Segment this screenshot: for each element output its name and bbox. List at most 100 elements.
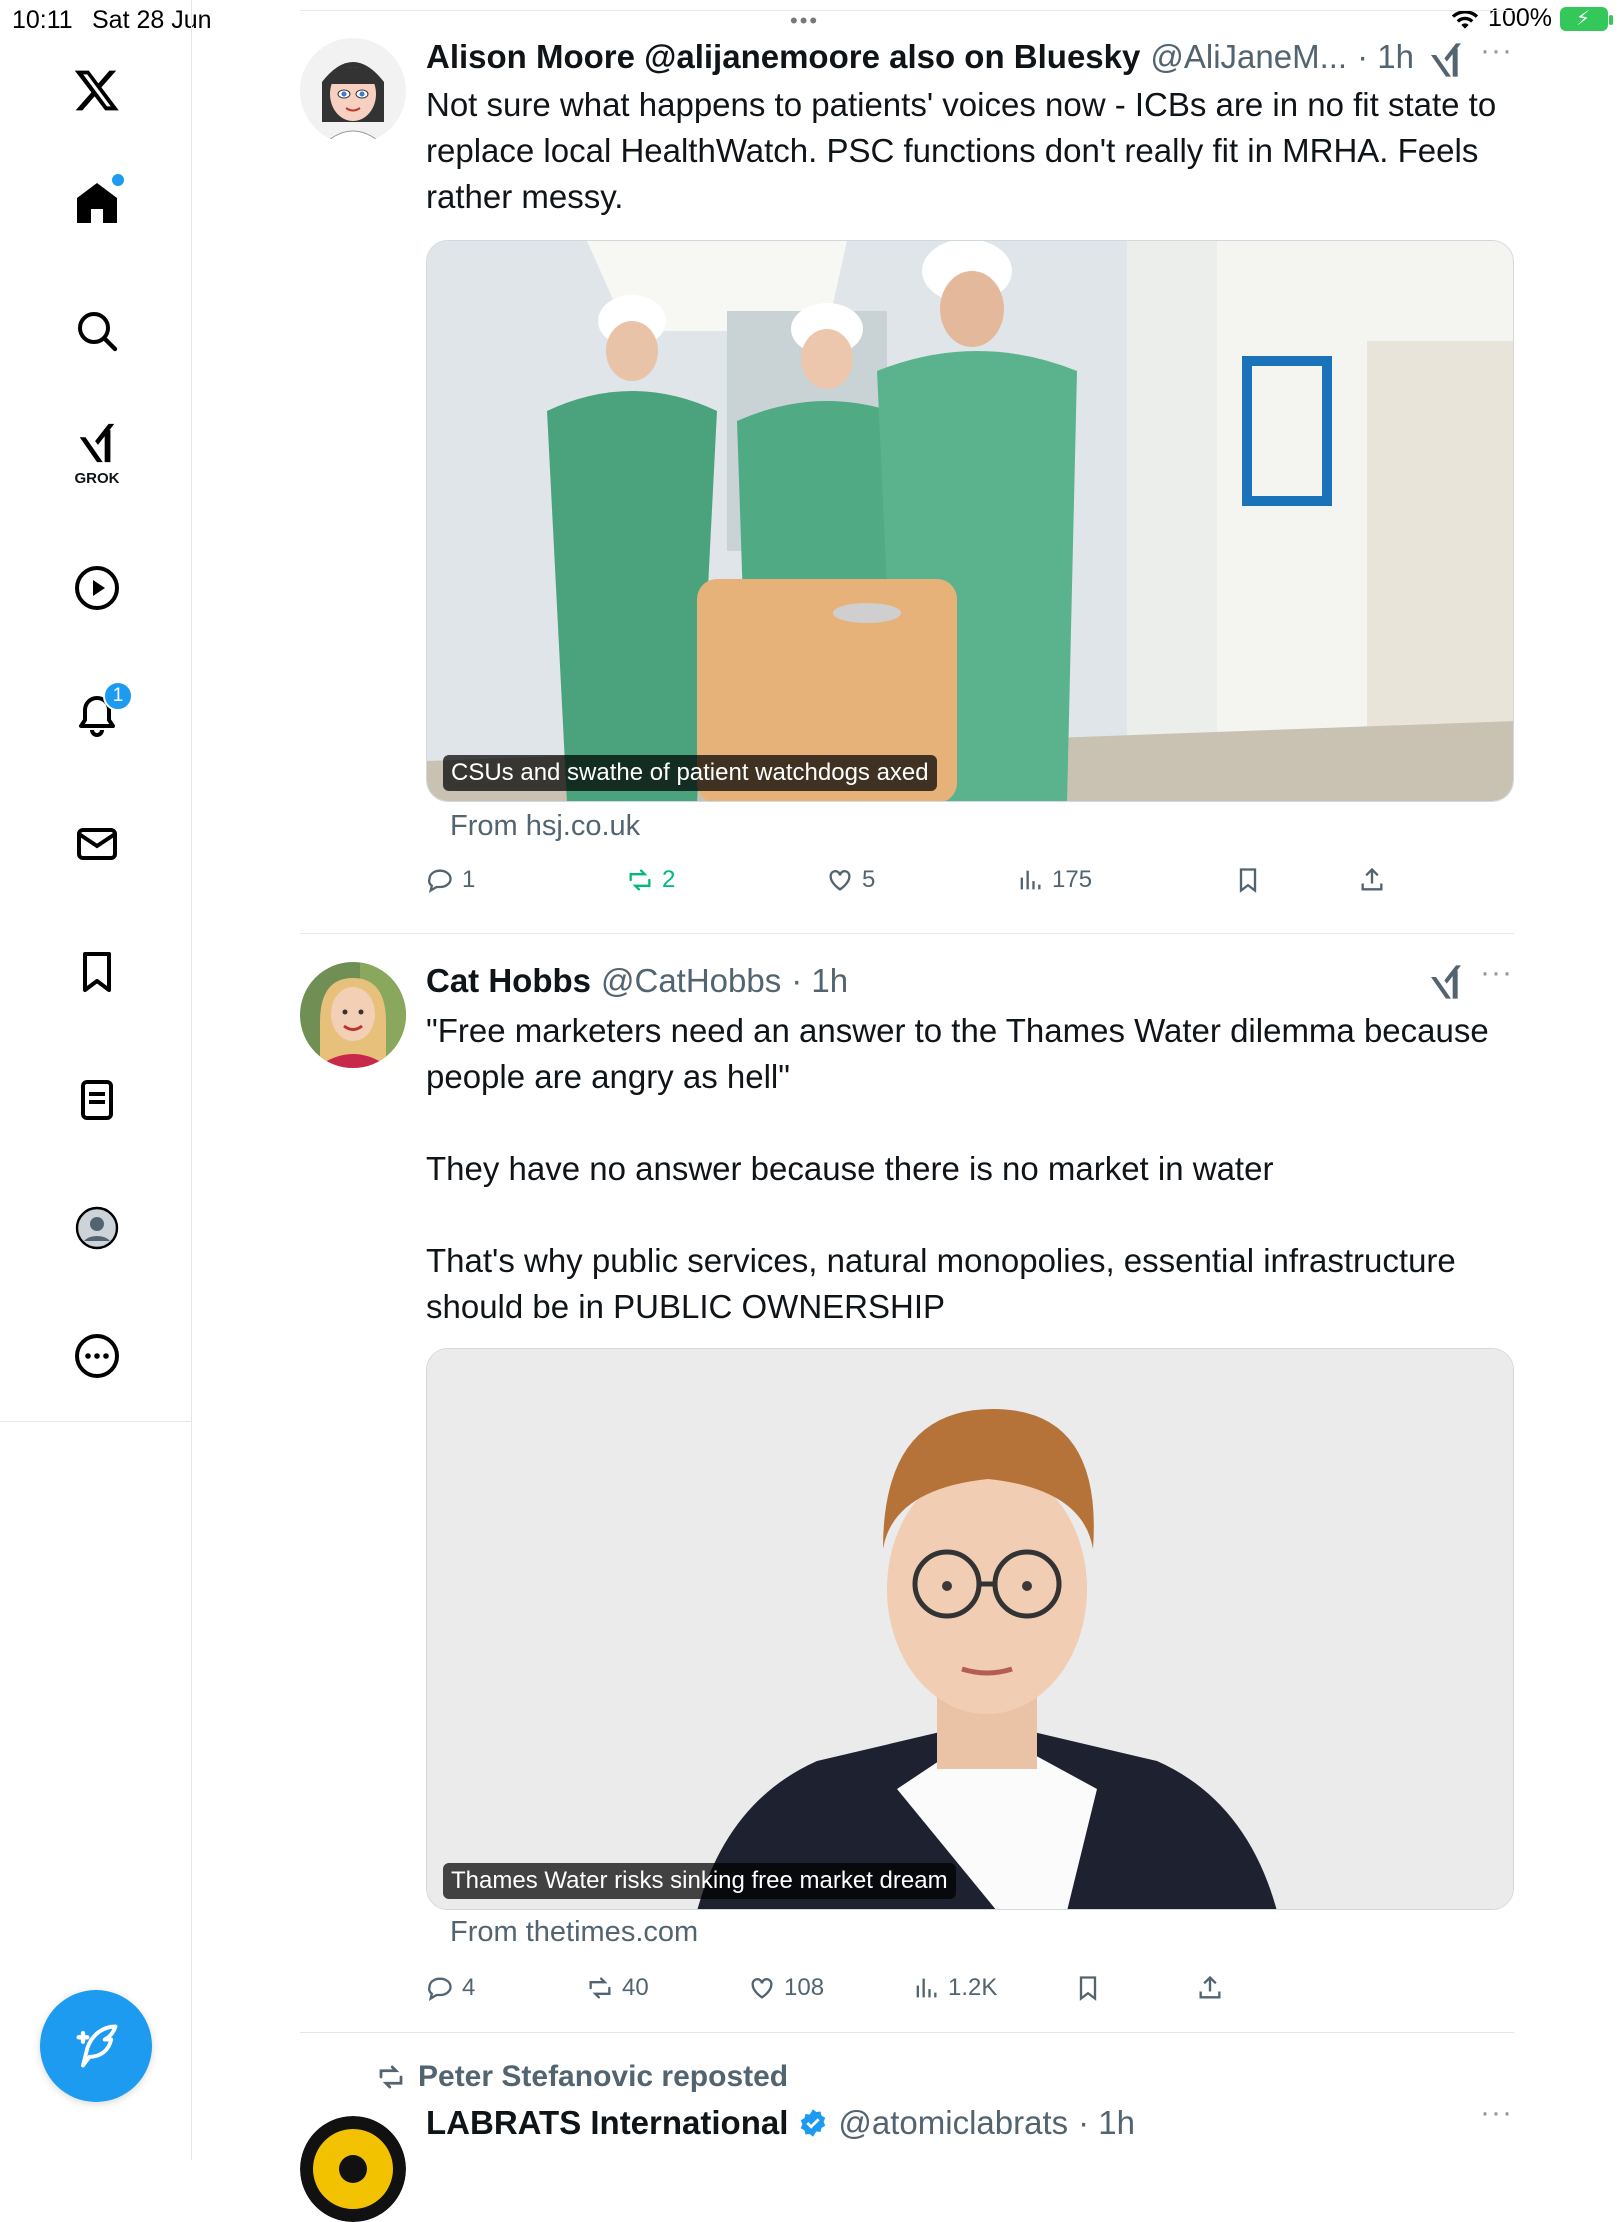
share-button[interactable] (1358, 866, 1386, 894)
repost-icon (629, 869, 651, 891)
view-count: 175 (1052, 866, 1093, 893)
nav-profile[interactable] (62, 1193, 132, 1263)
battery-icon: ⚡ (1560, 6, 1613, 31)
nav-grok[interactable]: GROK (62, 420, 132, 500)
nav-video[interactable] (62, 553, 132, 623)
repost-count: 40 (622, 1974, 649, 2001)
tweet-header: Alison Moore @alijanemoore also on Blues… (426, 38, 1414, 76)
list-icon (81, 1080, 113, 1120)
handle[interactable]: @AliJaneM... (1150, 38, 1347, 76)
bookmark-icon (1239, 868, 1257, 893)
reposted-by: Peter Stefanovic reposted (418, 2060, 789, 2093)
repost-icon (379, 2065, 403, 2089)
home-unread-dot (112, 174, 124, 186)
bookmark-icon (1079, 1976, 1097, 2001)
views-icon (1020, 870, 1041, 890)
reply-button[interactable]: 4 (426, 1974, 475, 2002)
mail-icon (77, 828, 117, 860)
compose-button[interactable] (40, 1990, 152, 2102)
card-image (427, 1349, 1513, 1909)
video-icon (75, 566, 119, 610)
nav-notifications[interactable]: 1 (62, 681, 133, 751)
reply-icon (428, 1977, 452, 2001)
like-icon (829, 870, 851, 891)
tweet-actions: 4 40 108 1.2K (426, 1974, 1426, 2014)
tweet[interactable]: Cat Hobbs @CatHobbs · 1h ··· "Free marke… (300, 956, 1514, 2032)
share-icon (1361, 867, 1383, 891)
more-icon (75, 1334, 119, 1378)
share-button[interactable] (1196, 1974, 1224, 2002)
tweet-text: Not sure what happens to patients' voice… (426, 86, 1506, 215)
reply-count: 4 (462, 1974, 476, 2001)
views-button[interactable]: 1.2K (912, 1974, 997, 2002)
display-name[interactable]: LABRATS International (426, 2104, 788, 2142)
sidebar: GROK 1 (0, 0, 192, 1422)
repost-icon (589, 1977, 611, 1999)
repost-count: 2 (662, 866, 676, 893)
home-icon (77, 183, 117, 223)
card-source[interactable]: From hsj.co.uk (450, 810, 640, 843)
x-logo-icon[interactable] (62, 55, 132, 125)
divider (300, 933, 1514, 934)
tweet-text: "Free marketers need an answer to the Th… (426, 1012, 1489, 1325)
profile-icon (75, 1206, 119, 1250)
card-image (427, 241, 1513, 801)
avatar[interactable] (300, 2116, 406, 2222)
grok-icon (79, 423, 115, 463)
tweet[interactable]: Peter Stefanovic reposted LABRATS Intern… (300, 2060, 1514, 2222)
grok-icon[interactable] (1426, 40, 1466, 80)
reply-icon (428, 869, 452, 893)
display-name[interactable]: Alison Moore @alijanemoore also on Blues… (426, 38, 1140, 76)
divider (300, 10, 1514, 11)
handle[interactable]: @CatHobbs (601, 962, 781, 1000)
search-icon (78, 312, 118, 352)
tweet-header: Cat Hobbs @CatHobbs · 1h (426, 962, 848, 1000)
timestamp[interactable]: · 1h (1357, 38, 1414, 76)
tweet-actions: 1 2 5 175 (426, 866, 1426, 906)
notification-badge: 1 (103, 681, 133, 711)
link-card[interactable]: Thames Water risks sinking free market d… (426, 1348, 1514, 1910)
more-options-icon[interactable]: ··· (1480, 2096, 1513, 2130)
like-icon (751, 1978, 773, 1999)
repost-button[interactable]: 40 (586, 1974, 649, 2002)
repost-button[interactable]: 2 (626, 866, 675, 894)
more-options-icon[interactable]: ··· (1480, 956, 1513, 990)
like-count: 108 (784, 1974, 825, 2001)
nav-home[interactable] (62, 168, 132, 238)
tweet[interactable]: Alison Moore @alijanemoore also on Blues… (300, 34, 1514, 934)
link-card[interactable]: CSUs and swathe of patient watchdogs axe… (426, 240, 1514, 802)
nav-messages[interactable] (62, 809, 132, 879)
compose-icon (76, 2024, 118, 2068)
grok-label: GROK (74, 470, 120, 487)
views-button[interactable]: 175 (1016, 866, 1092, 894)
grok-icon[interactable] (1426, 962, 1466, 1002)
tweet-header: LABRATS International @atomiclabrats · 1… (426, 2104, 1135, 2142)
reposted-label[interactable]: Peter Stefanovic reposted (379, 2060, 788, 2094)
bookmark-button[interactable] (1234, 866, 1262, 894)
nav-lists[interactable] (62, 1065, 132, 1135)
divider (300, 2032, 1514, 2033)
avatar[interactable] (300, 38, 406, 144)
handle[interactable]: @atomiclabrats (838, 2104, 1068, 2142)
nav-search[interactable] (62, 296, 132, 366)
views-icon (916, 1978, 937, 1998)
like-button[interactable]: 5 (826, 866, 875, 894)
card-source[interactable]: From thetimes.com (450, 1916, 698, 1949)
verified-icon (801, 2109, 826, 2137)
card-caption: Thames Water risks sinking free market d… (443, 1863, 956, 1899)
bookmark-button[interactable] (1074, 1974, 1102, 2002)
share-icon (1199, 1975, 1221, 1999)
nav-bookmarks[interactable] (62, 937, 132, 1007)
timestamp[interactable]: · 1h (1078, 2104, 1135, 2142)
reply-count: 1 (462, 866, 476, 893)
reply-button[interactable]: 1 (426, 866, 475, 894)
avatar[interactable] (300, 962, 406, 1068)
timeline: Alison Moore @alijanemoore also on Blues… (300, 0, 1514, 2222)
timestamp[interactable]: · 1h (791, 962, 848, 1000)
like-button[interactable]: 108 (748, 1974, 824, 2002)
card-caption: CSUs and swathe of patient watchdogs axe… (443, 755, 937, 791)
nav-more[interactable] (62, 1321, 132, 1391)
like-count: 5 (862, 866, 876, 893)
more-options-icon[interactable]: ··· (1480, 34, 1513, 68)
display-name[interactable]: Cat Hobbs (426, 962, 591, 1000)
